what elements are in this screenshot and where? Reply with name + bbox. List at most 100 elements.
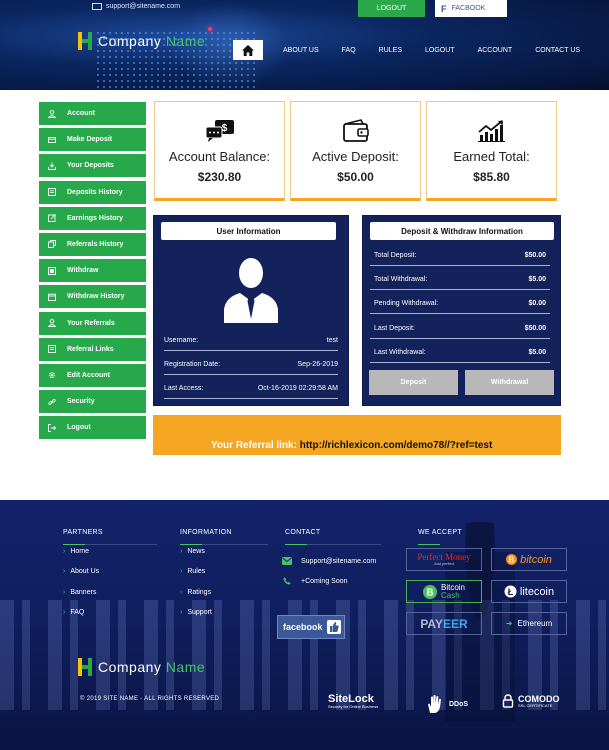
- payeer-label-1: PAY: [420, 616, 443, 631]
- logo-word-company: Company: [98, 659, 162, 675]
- facebook-icon: f: [441, 3, 447, 14]
- sidebar-item-account[interactable]: Account: [39, 102, 146, 125]
- logo-word-name: Name: [165, 33, 206, 49]
- dw-row-last-deposit: Last Deposit: $50.00: [370, 319, 550, 339]
- ddos-label: DDoS: [449, 700, 469, 708]
- sidebar-item-edit-account[interactable]: Edit Account: [39, 363, 146, 387]
- footer-link-support[interactable]: › Support: [180, 609, 212, 616]
- link-icon: [48, 398, 56, 406]
- sidebar-item-make-deposit[interactable]: Make Deposit: [39, 128, 146, 152]
- footer-logo[interactable]: Company Name: [78, 658, 205, 676]
- user-info-row-username: Username: test: [164, 331, 338, 351]
- top-email[interactable]: support@sitename.com: [92, 3, 180, 10]
- sidebar-item-referral-links[interactable]: Referral Links: [39, 337, 146, 361]
- bitcoin-cash-label-2: Cash: [440, 590, 460, 600]
- footer-link-news[interactable]: › News: [180, 548, 205, 555]
- footer-link-label: Banners: [70, 589, 97, 596]
- bitcoin-label: bitcoin: [520, 553, 552, 566]
- envelope-icon: [92, 3, 102, 10]
- sidebar-item-label: Your Referrals: [67, 319, 115, 327]
- dw-row-total-deposit: Total Deposit: $50.00: [370, 246, 550, 266]
- top-logout-button[interactable]: LOGOUT: [358, 0, 425, 17]
- footer-link-ratings[interactable]: › Ratings: [180, 589, 211, 596]
- sidebar: Account Make Deposit Your Deposits Depos…: [39, 102, 146, 442]
- row-label: Last Access:: [164, 385, 204, 392]
- credit-card-icon: [48, 136, 56, 144]
- nav-faq[interactable]: FAQ: [342, 47, 356, 54]
- chevron-right-icon: ›: [63, 589, 66, 596]
- top-facebook-button[interactable]: f FACBOOK: [435, 0, 507, 17]
- row-label: Last Withdrawal:: [374, 349, 426, 356]
- sidebar-item-label: Your Deposits: [67, 162, 114, 170]
- sidebar-item-logout[interactable]: Logout: [39, 416, 146, 440]
- header-logo[interactable]: Company Name: [78, 32, 205, 50]
- footer-link-label: FAQ: [70, 609, 85, 616]
- row-label: Pending Withdrawal:: [374, 300, 439, 307]
- nav-contact-us[interactable]: CONTACT US: [535, 47, 580, 54]
- logo-word-name: Name: [165, 659, 206, 675]
- sidebar-item-label: Security: [67, 398, 95, 406]
- nav-logout[interactable]: LOGOUT: [425, 47, 455, 54]
- payeer-label-2: EER: [443, 616, 468, 631]
- footer-link-label: Home: [70, 548, 90, 555]
- document-icon: [48, 266, 56, 275]
- deposit-withdraw-panel: Deposit & Withdraw Information Total Dep…: [362, 215, 561, 406]
- list-icon: [48, 188, 56, 197]
- sidebar-item-withdraw-history[interactable]: Withdraw History: [39, 285, 146, 309]
- sidebar-item-label: Withdraw History: [67, 293, 125, 301]
- hand-shield-icon: [428, 695, 441, 713]
- stat-label: Account Balance:: [168, 149, 271, 164]
- sidebar-item-label: Referral Links: [67, 345, 114, 353]
- nav-rules[interactable]: RULES: [379, 47, 402, 54]
- perfect-money-sub: Just perfect: [433, 561, 455, 566]
- thumbs-up-icon: [326, 620, 341, 634]
- svg-text:$: $: [221, 123, 227, 134]
- sidebar-item-deposits-history[interactable]: Deposits History: [39, 180, 146, 204]
- row-value: $50.00: [524, 325, 546, 332]
- stat-card-active-deposit: Active Deposit: $50.00: [290, 101, 421, 201]
- sidebar-item-security[interactable]: Security: [39, 390, 146, 414]
- footer-link-about-us[interactable]: › About Us: [63, 568, 99, 575]
- chevron-right-icon: ›: [180, 609, 183, 616]
- litecoin-icon: Ł: [504, 585, 517, 598]
- footer-contact-email[interactable]: Support@sitename.com: [282, 557, 376, 565]
- stat-value: $230.80: [197, 170, 242, 184]
- row-value: $5.00: [528, 276, 546, 283]
- chevron-right-icon: ›: [180, 548, 183, 555]
- sidebar-item-your-referrals[interactable]: Your Referrals: [39, 311, 146, 335]
- row-label: Username:: [164, 337, 199, 344]
- sidebar-item-withdraw[interactable]: Withdraw: [39, 259, 146, 283]
- footer-link-label: About Us: [70, 568, 100, 575]
- copyright-text: © 2019 SITE NAME - ALL RIGHTS RESERVED: [80, 696, 220, 702]
- logo-mark-icon: [78, 32, 92, 50]
- comodo-badge: COMODO SSL CERTIFICATE: [502, 694, 560, 708]
- deposit-button[interactable]: Deposit: [369, 370, 458, 395]
- row-value: $0.00: [528, 300, 546, 307]
- sidebar-item-your-deposits[interactable]: Your Deposits: [39, 154, 146, 178]
- footer-facebook-button[interactable]: facebook: [277, 615, 345, 639]
- footer-link-home[interactable]: › Home: [63, 548, 89, 555]
- home-button[interactable]: [233, 40, 263, 60]
- nav-account[interactable]: ACCOUNT: [478, 47, 513, 54]
- referral-link[interactable]: http://richlexicon.com/demo78//?ref=test: [300, 440, 493, 451]
- stat-card-account-balance: $ Account Balance: $230.80: [154, 101, 285, 201]
- payment-bitcoin-cash: B Bitcoin Cash: [406, 580, 482, 603]
- sitelock-badge: SiteLock Security for Online Business: [328, 694, 378, 709]
- footer-link-label: News: [187, 548, 205, 555]
- nav-about-us[interactable]: ABOUT US: [283, 47, 319, 54]
- user-information-panel: User Information Username: test Registra…: [153, 215, 349, 406]
- stat-label: Active Deposit:: [312, 149, 399, 164]
- sidebar-item-label: Referrals History: [67, 240, 124, 248]
- withdrawal-button[interactable]: Withdrawal: [465, 370, 554, 395]
- stat-label: Earned Total:: [453, 149, 530, 164]
- sidebar-item-referrals-history[interactable]: Referrals History: [39, 232, 146, 256]
- footer-link-faq[interactable]: › FAQ: [63, 609, 84, 616]
- sidebar-item-earnings-history[interactable]: Earnings History: [39, 206, 146, 230]
- footer-link-banners[interactable]: › Banners: [63, 589, 96, 596]
- footer-link-rules[interactable]: › Rules: [180, 568, 205, 575]
- ethereum-label: Ethereum: [517, 619, 553, 628]
- chevron-right-icon: ›: [63, 548, 66, 555]
- user-icon: [48, 319, 56, 327]
- ddos-badge: DDoS: [425, 694, 468, 714]
- payment-bitcoin: B bitcoin: [491, 548, 567, 571]
